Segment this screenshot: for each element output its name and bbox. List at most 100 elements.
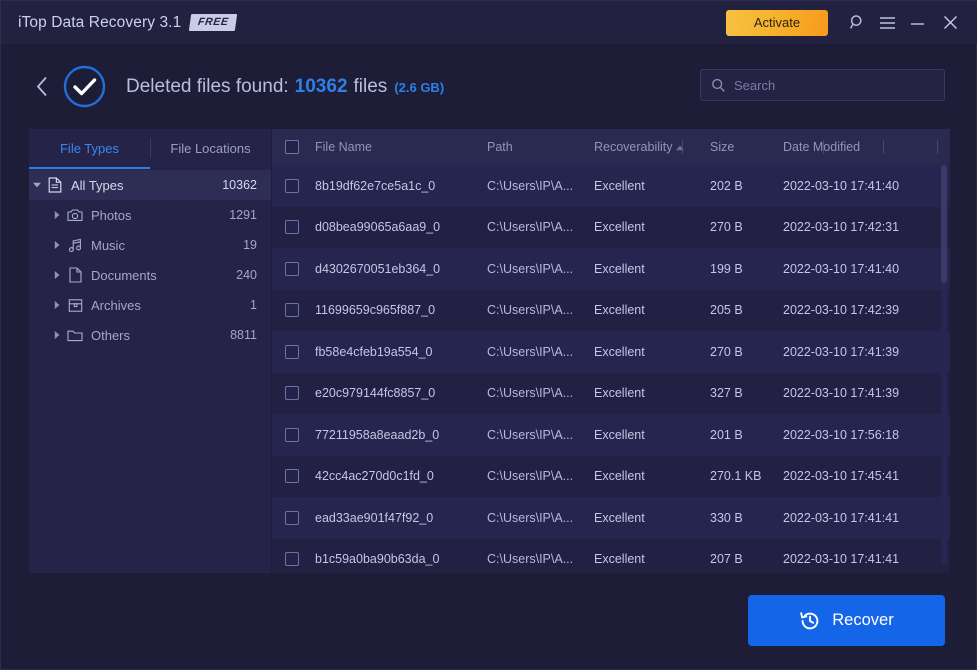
tab-file-locations[interactable]: File Locations: [150, 129, 271, 167]
row-checkbox-cell: [272, 469, 312, 484]
tree-item-label: All Types: [71, 177, 124, 193]
page-header: Deleted files found: 10362 files (2.6 GB…: [1, 44, 977, 129]
deleted-files-count: 10362: [294, 75, 348, 97]
tree-item-documents[interactable]: Documents 240: [29, 260, 271, 290]
page-title-unit: files: [353, 75, 388, 97]
back-chevron-icon[interactable]: [31, 72, 53, 102]
page-title-prefix: Deleted files found:: [126, 75, 289, 97]
table-row[interactable]: d4302670051eb364_0 C:\Users\IP\A... Excell…: [272, 248, 950, 290]
activate-button[interactable]: Activate: [726, 9, 828, 36]
row-checkbox[interactable]: [285, 344, 299, 359]
table-row[interactable]: fb58e4cfeb19a554_0 C:\Users\IP\A... Excell…: [272, 331, 950, 373]
cell-recoverability: Excellent: [594, 510, 645, 525]
cell-file-name: 42cc4ac270d0c1fd_0: [315, 469, 434, 484]
tree-item-music[interactable]: Music 19: [29, 230, 271, 260]
column-header-file-name[interactable]: File Name: [312, 140, 487, 154]
select-all-checkbox-cell: [272, 140, 312, 154]
cell-path: C:\Users\IP\A...: [487, 344, 574, 359]
cell-date-modified: 2022-03-10 17:41:41: [783, 510, 900, 525]
tree-item-archives[interactable]: Archives 1: [29, 290, 271, 320]
row-checkbox-cell: [272, 552, 312, 567]
row-checkbox-cell: [272, 303, 312, 318]
column-header-size[interactable]: Size: [710, 140, 783, 154]
row-checkbox-cell: [272, 510, 312, 525]
vertical-scrollbar-track[interactable]: [941, 165, 947, 565]
search-icon[interactable]: [842, 1, 872, 44]
application-window: iTop Data Recovery 3.1 FREE Activate Del…: [0, 0, 977, 670]
chevron-down-icon[interactable]: [29, 182, 45, 188]
cell-recoverability: Excellent: [594, 469, 645, 484]
row-checkbox[interactable]: [285, 220, 299, 235]
recover-button-label: Recover: [832, 611, 894, 629]
vertical-scrollbar-thumb[interactable]: [941, 165, 947, 283]
free-badge: FREE: [189, 14, 238, 31]
cell-path: C:\Users\IP\A...: [487, 261, 574, 276]
cell-date-modified: 2022-03-10 17:41:39: [783, 344, 900, 359]
minimize-icon[interactable]: [902, 1, 932, 44]
cell-path: C:\Users\IP\A...: [487, 178, 574, 193]
hamburger-menu-icon[interactable]: [872, 1, 902, 44]
file-type-tree: All Types 10362 Photos 1291 Music 19 Doc…: [29, 167, 271, 350]
sidebar-tabs: File Types File Locations: [29, 129, 271, 169]
tree-item-label: Music: [91, 237, 125, 253]
chevron-right-icon[interactable]: [49, 301, 65, 309]
folder-icon: [65, 328, 85, 342]
table-row[interactable]: e20c979144fc8857_0 C:\Users\IP\A... Excell…: [272, 372, 950, 414]
tree-item-others[interactable]: Others 8811: [29, 320, 271, 350]
tree-item-all-types[interactable]: All Types 10362: [29, 170, 271, 200]
search-input-icon: [712, 78, 725, 92]
cell-path: C:\Users\IP\A...: [487, 469, 574, 484]
chevron-right-icon[interactable]: [49, 331, 65, 339]
column-header-path[interactable]: Path: [487, 140, 594, 154]
tree-item-count: 1: [250, 298, 257, 312]
table-row[interactable]: 77211958a8eaad2b_0 C:\Users\IP\A... Excell…: [272, 414, 950, 456]
column-header-recoverability[interactable]: Recoverability: [594, 140, 710, 154]
row-checkbox[interactable]: [285, 386, 299, 401]
select-all-checkbox[interactable]: [285, 140, 299, 154]
search-box[interactable]: [700, 69, 945, 101]
chevron-right-icon[interactable]: [49, 211, 65, 219]
table-row[interactable]: b1c59a0ba90b63da_0 C:\Users\IP\A... Excell…: [272, 538, 950, 573]
tree-item-count: 8811: [230, 328, 257, 342]
cell-path: C:\Users\IP\A...: [487, 427, 574, 442]
tree-item-photos[interactable]: Photos 1291: [29, 200, 271, 230]
table-header-row: File Name Path Recoverability Size Date …: [272, 129, 950, 165]
chevron-right-icon[interactable]: [49, 241, 65, 249]
sidebar: File Types File Locations All Types 1036…: [29, 129, 271, 573]
cell-recoverability: Excellent: [594, 178, 645, 193]
row-checkbox[interactable]: [285, 427, 299, 442]
cell-recoverability: Excellent: [594, 344, 645, 359]
cell-file-name: e20c979144fc8857_0: [315, 386, 436, 401]
cell-path: C:\Users\IP\A...: [487, 552, 574, 567]
clock-rewind-icon: [800, 611, 819, 629]
title-bar-controls: Activate: [726, 1, 977, 44]
row-checkbox[interactable]: [285, 510, 299, 525]
recover-button[interactable]: Recover: [748, 595, 945, 646]
table-row[interactable]: 8b19df62e7ce5a1c_0 C:\Users\IP\A... Excell…: [272, 165, 950, 207]
page-icon: [65, 267, 85, 283]
tab-file-types[interactable]: File Types: [29, 129, 150, 169]
cell-size: 330 B: [710, 510, 743, 525]
cell-file-name: 77211958a8eaad2b_0: [315, 427, 440, 442]
row-checkbox[interactable]: [285, 303, 299, 318]
table-row[interactable]: 42cc4ac270d0c1fd_0 C:\Users\IP\A... Excell…: [272, 455, 950, 497]
cell-size: 205 B: [710, 303, 743, 318]
row-checkbox[interactable]: [285, 469, 299, 484]
table-row[interactable]: d08bea99065a6aa9_0 C:\Users\IP\A... Excell…: [272, 206, 950, 248]
cell-file-name: d4302670051eb364_0: [315, 261, 441, 276]
column-header-date-modified[interactable]: Date Modified: [783, 140, 933, 154]
search-input[interactable]: [726, 70, 944, 100]
tree-item-count: 1291: [229, 208, 257, 222]
close-icon[interactable]: [932, 1, 968, 44]
cell-date-modified: 2022-03-10 17:41:40: [783, 178, 900, 193]
row-checkbox[interactable]: [285, 261, 299, 276]
table-row[interactable]: ead33ae901f47f92_0 C:\Users\IP\A... Excell…: [272, 497, 950, 539]
tree-item-label: Archives: [91, 297, 141, 313]
cell-size: 207 B: [710, 552, 743, 567]
table-row[interactable]: 11699659c965f887_0 C:\Users\IP\A... Excell…: [272, 289, 950, 331]
cell-size: 327 B: [710, 386, 743, 401]
chevron-right-icon[interactable]: [49, 271, 65, 279]
row-checkbox[interactable]: [285, 178, 299, 193]
row-checkbox[interactable]: [285, 552, 299, 567]
cell-recoverability: Excellent: [594, 303, 645, 318]
